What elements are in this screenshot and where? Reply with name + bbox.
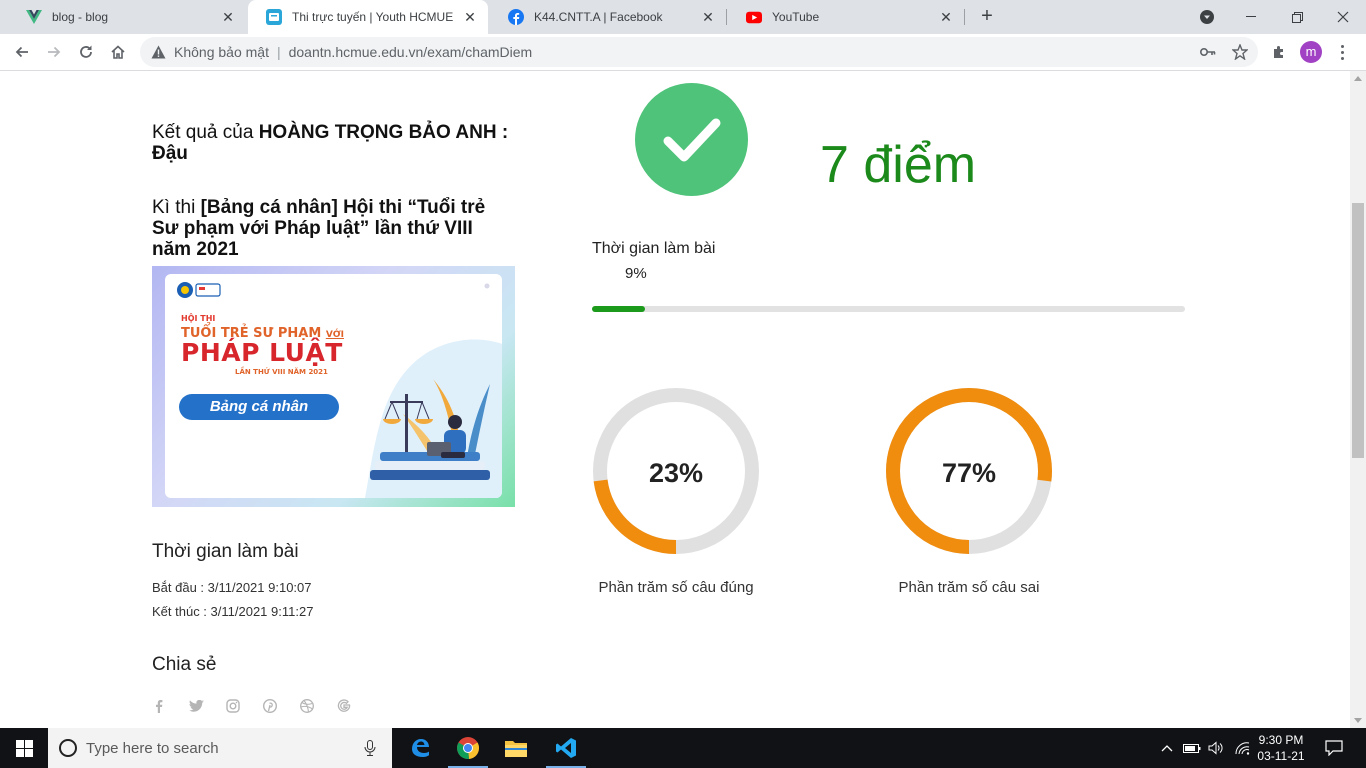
bookmark-star-icon[interactable] (1232, 44, 1248, 60)
page-content: Kết quả của HOÀNG TRỌNG BẢO ANH : Đậu Kì… (0, 71, 1350, 728)
wrong-caption: Phần trăm số câu sai (898, 579, 1040, 596)
dribbble-icon[interactable] (298, 697, 316, 715)
volume-icon[interactable] (1207, 740, 1225, 756)
microphone-icon[interactable] (364, 740, 380, 756)
exam-title: Kì thi [Bảng cá nhân] Hội thi “Tuổi trẻ … (152, 197, 514, 260)
tab-strip: blog - blog ✕ Thi trực tuyến | Youth HCM… (0, 0, 1366, 34)
search-placeholder: Type here to search (86, 739, 219, 757)
banner-line1: HỘI THI (181, 314, 216, 323)
file-explorer-icon[interactable] (492, 728, 540, 768)
tab-youtube[interactable]: YouTube ✕ (728, 0, 964, 34)
windows-taskbar: Type here to search 9:30 PM 03-11-21 (0, 728, 1366, 768)
clock-date: 03-11-21 (1257, 749, 1305, 763)
result-prefix: Kết quả của (152, 122, 259, 143)
close-icon[interactable]: ✕ (938, 9, 954, 25)
clock-time: 9:30 PM (1258, 733, 1304, 747)
chevron-up-icon[interactable] (1160, 740, 1174, 756)
reload-button[interactable] (73, 39, 99, 65)
extensions-icon[interactable] (1266, 39, 1292, 65)
address-bar[interactable]: Không bảo mật | doantn.hcmue.edu.vn/exam… (140, 37, 1258, 67)
vuejs-logo-icon (26, 9, 42, 25)
exam-name: [Bảng cá nhân] Hội thi “Tuổi trẻ Sư phạm… (152, 197, 486, 260)
forward-button[interactable] (41, 39, 67, 65)
home-button[interactable] (105, 39, 131, 65)
pinterest-icon[interactable] (261, 697, 279, 715)
start-time: Bắt đầu : 3/11/2021 9:10:07 (152, 580, 312, 595)
tab-title: blog - blog (52, 10, 109, 24)
google-icon[interactable] (335, 697, 353, 715)
vscode-app-icon[interactable] (542, 728, 590, 768)
tab-divider (964, 9, 965, 25)
tab-title: Thi trực tuyến | Youth HCMUE (292, 10, 454, 24)
share-heading: Chia sẻ (152, 654, 217, 675)
banner-card: HỘI THI TUỔI TRẺ SƯ PHẠM VỚI PHÁP LUẬT L… (165, 274, 502, 498)
time-progress-label: Thời gian làm bài (592, 240, 716, 257)
key-icon[interactable] (1200, 44, 1216, 60)
share-icons (150, 697, 353, 715)
browser-menu-button[interactable] (1334, 41, 1350, 63)
taskbar-search[interactable]: Type here to search (48, 728, 392, 768)
time-progress-percent: 9% (625, 265, 647, 282)
scroll-down-arrow[interactable] (1354, 718, 1362, 723)
banner-individual-button: Bảng cá nhân (179, 394, 339, 420)
time-progress-fill (592, 306, 646, 312)
minimize-button[interactable] (1228, 0, 1274, 34)
security-label[interactable]: Không bảo mật (174, 44, 269, 60)
youtube-icon (746, 9, 762, 25)
battery-icon[interactable] (1182, 740, 1202, 756)
search-icon (58, 738, 78, 758)
youth-hcmue-icon (266, 9, 282, 25)
scroll-up-arrow[interactable] (1354, 76, 1362, 81)
close-icon[interactable]: ✕ (462, 9, 478, 25)
wrong-percent: 77% (941, 458, 997, 488)
profile-avatar[interactable]: m (1300, 41, 1322, 63)
tab-facebook[interactable]: K44.CNTT.A | Facebook ✕ (490, 0, 726, 34)
close-window-button[interactable] (1320, 0, 1366, 34)
chrome-app-icon[interactable] (444, 728, 492, 768)
back-button[interactable] (9, 39, 35, 65)
page-scrollbar[interactable] (1350, 71, 1366, 728)
tab-search-button[interactable] (1184, 0, 1230, 34)
edge-app-icon[interactable] (396, 728, 444, 768)
tab-divider (726, 9, 727, 25)
omnibox-divider: | (276, 44, 281, 60)
pass-check-icon (635, 83, 748, 196)
instagram-icon[interactable] (224, 697, 242, 715)
taskbar-clock[interactable]: 9:30 PM 03-11-21 (1252, 732, 1310, 764)
notification-icon[interactable] (1324, 740, 1344, 756)
banner-line3: PHÁP LUẬT (181, 338, 343, 367)
url-text[interactable]: doantn.hcmue.edu.vn/exam/chamDiem (289, 44, 533, 60)
correct-donut: 23% (591, 386, 761, 556)
wifi-icon[interactable] (1233, 740, 1251, 756)
end-time: Kết thúc : 3/11/2021 9:11:27 (152, 604, 314, 619)
new-tab-button[interactable]: + (976, 6, 998, 28)
browser-toolbar: Không bảo mật | doantn.hcmue.edu.vn/exam… (0, 34, 1366, 71)
warning-icon[interactable] (150, 44, 166, 60)
time-progress-bar (592, 306, 1185, 312)
exam-banner-image: HỘI THI TUỔI TRẺ SƯ PHẠM VỚI PHÁP LUẬT L… (152, 266, 515, 507)
result-title: Kết quả của HOÀNG TRỌNG BẢO ANH : Đậu (152, 122, 512, 164)
restore-button[interactable] (1274, 0, 1320, 34)
twitter-icon[interactable] (187, 697, 205, 715)
facebook-icon[interactable] (150, 697, 168, 715)
correct-percent: 23% (648, 458, 704, 488)
wrong-donut: 77% (884, 386, 1054, 556)
time-heading: Thời gian làm bài (152, 541, 299, 562)
exam-prefix: Kì thi (152, 197, 201, 218)
correct-caption: Phần trăm số câu đúng (598, 579, 754, 596)
facebook-icon (508, 9, 524, 25)
tab-blog[interactable]: blog - blog ✕ (8, 0, 246, 34)
tab-youth-hcmue[interactable]: Thi trực tuyến | Youth HCMUE ✕ (248, 0, 488, 34)
banner-line4: LẦN THỨ VIII NĂM 2021 (235, 368, 328, 376)
close-icon[interactable]: ✕ (220, 9, 236, 25)
tab-title: YouTube (772, 10, 820, 24)
score: 7 điểm (820, 136, 977, 194)
tab-title: K44.CNTT.A | Facebook (534, 10, 663, 24)
scroll-thumb[interactable] (1352, 203, 1364, 458)
close-icon[interactable]: ✕ (700, 9, 716, 25)
start-button[interactable] (0, 728, 48, 768)
